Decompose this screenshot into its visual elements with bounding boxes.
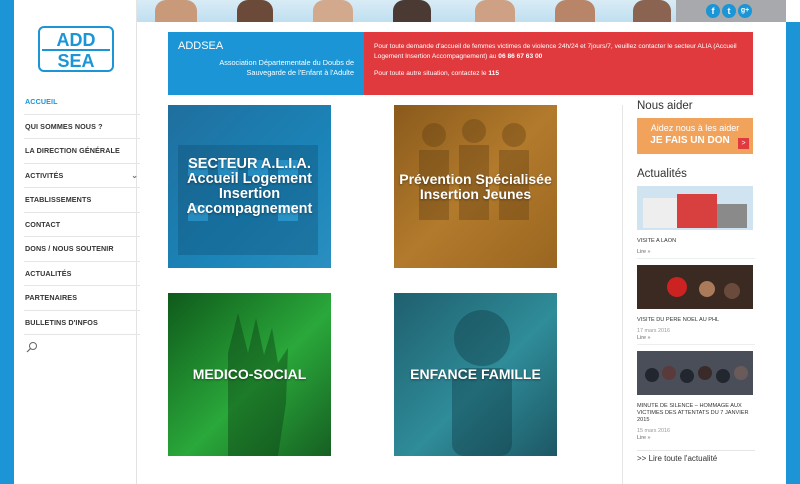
nav-item-bulletins[interactable]: BULLETINS D'INFOS xyxy=(24,311,140,335)
alert-line2: Pour toute autre situation, contactez le xyxy=(374,70,487,77)
tile-alia[interactable]: SECTEUR A.L.I.A. Accueil Logement Insert… xyxy=(168,105,331,268)
news-thumbnail xyxy=(637,265,753,309)
nav-item-accueil[interactable]: ACCUEIL xyxy=(24,90,140,115)
header-banner xyxy=(137,0,676,22)
news-read-more-link[interactable]: Lire » xyxy=(637,435,755,444)
tile-medico-social[interactable]: MEDICO-SOCIAL xyxy=(168,293,331,456)
chevron-down-icon: ⌄ xyxy=(131,170,138,180)
alert-phone: 06 86 67 63 00 xyxy=(498,53,543,60)
nav-item-actualites[interactable]: ACTUALITÉS xyxy=(24,262,140,286)
right-accent-bar xyxy=(786,22,800,484)
sidebar: ADD SEA ACCUEIL QUI SOMMES NOUS ? LA DIR… xyxy=(14,0,140,484)
tile-prevention[interactable]: Prévention Spécialisée Insertion Jeunes xyxy=(394,105,557,268)
nav-item-label: ACTIVITÉS xyxy=(25,170,64,180)
page: f t g+ ADD SEA ACCUEIL QUI SOMMES NOUS ?… xyxy=(0,0,800,484)
all-news-link[interactable]: >> Lire toute l'actualité xyxy=(637,450,755,463)
donate-line1: Aidez nous à les aider xyxy=(650,123,740,133)
tile-label: ENFANCE FAMILLE xyxy=(410,366,541,382)
intro-subtitle: Association Départementale du Doubs de S… xyxy=(219,58,354,77)
banner-photo xyxy=(393,0,431,22)
news-item-date: 15 mars 2016 xyxy=(637,428,670,434)
intro-title: ADDSEA xyxy=(178,40,224,52)
intro-box: ADDSEA Association Départementale du Dou… xyxy=(168,32,364,95)
column-divider xyxy=(622,105,623,484)
twitter-icon[interactable]: t xyxy=(722,4,736,18)
news-item[interactable]: VISITE DU PERE NOEL AU PHL 17 mars 2016 … xyxy=(637,265,755,345)
alert-number: 115 xyxy=(488,70,500,77)
banner-photo xyxy=(555,0,595,22)
aside: Nous aider Aidez nous à les aider JE FAI… xyxy=(637,100,755,463)
facebook-icon[interactable]: f xyxy=(706,4,720,18)
tile-label: Prévention Spécialisée Insertion Jeunes xyxy=(399,170,552,202)
news-item-title: MINUTE DE SILENCE – HOMMAGE AUX VICTIMES… xyxy=(637,403,749,423)
svg-text:ADD: ADD xyxy=(57,30,96,50)
nav-item-partenaires[interactable]: PARTENAIRES xyxy=(24,286,140,311)
arrow-right-icon: > xyxy=(738,138,749,149)
news-item-title: VISITE DU PERE NOEL AU PHL xyxy=(637,317,720,323)
nav-item-direction[interactable]: LA DIRECTION GÉNÉRALE xyxy=(24,139,140,164)
nav-item-qui-sommes-nous[interactable]: QUI SOMMES NOUS ? xyxy=(24,115,140,139)
main-nav: ACCUEIL QUI SOMMES NOUS ? LA DIRECTION G… xyxy=(24,90,140,335)
search-icon[interactable] xyxy=(26,341,38,353)
tile-label: SECTEUR A.L.I.A. Accueil Logement Insert… xyxy=(186,155,313,217)
news-title: Actualités xyxy=(637,168,687,180)
banner-photo xyxy=(237,0,273,22)
banner-photo xyxy=(633,0,671,22)
news-item[interactable]: MINUTE DE SILENCE – HOMMAGE AUX VICTIMES… xyxy=(637,351,755,444)
tile-label: MEDICO-SOCIAL xyxy=(192,366,307,382)
addsea-logo[interactable]: ADD SEA xyxy=(38,26,114,72)
news-item[interactable]: VISITE A LAON Lire » xyxy=(637,186,755,259)
social-bar: f t g+ xyxy=(676,0,786,22)
news-item-title: VISITE A LAON xyxy=(637,238,677,244)
google-plus-icon[interactable]: g+ xyxy=(738,4,752,18)
news-thumbnail xyxy=(637,186,753,230)
donate-line2: JE FAIS UN DON xyxy=(650,135,730,146)
alert-text-2: Pour toute autre situation, contactez le… xyxy=(374,69,743,79)
news-read-more-link[interactable]: Lire » xyxy=(637,335,755,345)
banner-photo xyxy=(475,0,515,22)
banner-photo xyxy=(313,0,353,22)
nav-item-dons[interactable]: DONS / NOUS SOUTENIR xyxy=(24,237,140,262)
nav-item-contact[interactable]: CONTACT xyxy=(24,213,140,237)
svg-text:SEA: SEA xyxy=(57,51,94,71)
donate-button[interactable]: Aidez nous à les aider JE FAIS UN DON > xyxy=(637,118,753,154)
tile-enfance[interactable]: ENFANCE FAMILLE xyxy=(394,293,557,456)
nav-item-activites[interactable]: ACTIVITÉS ⌄ xyxy=(24,164,140,188)
news-thumbnail xyxy=(637,351,753,395)
alert-box: Pour toute demande d'accueil de femmes v… xyxy=(364,32,753,95)
alert-text: Pour toute demande d'accueil de femmes v… xyxy=(374,42,743,62)
nav-item-etablissements[interactable]: ETABLISSEMENTS xyxy=(24,188,140,213)
help-title: Nous aider xyxy=(637,100,693,112)
left-accent-bar xyxy=(0,0,14,484)
news-item-date: 17 mars 2016 xyxy=(637,328,670,334)
news-list: VISITE A LAON Lire » VISITE DU PERE NOEL… xyxy=(637,186,755,444)
alert-line1: Pour toute demande d'accueil de femmes v… xyxy=(374,43,737,60)
news-read-more-link[interactable]: Lire » xyxy=(637,249,755,259)
banner-photo xyxy=(155,0,197,22)
